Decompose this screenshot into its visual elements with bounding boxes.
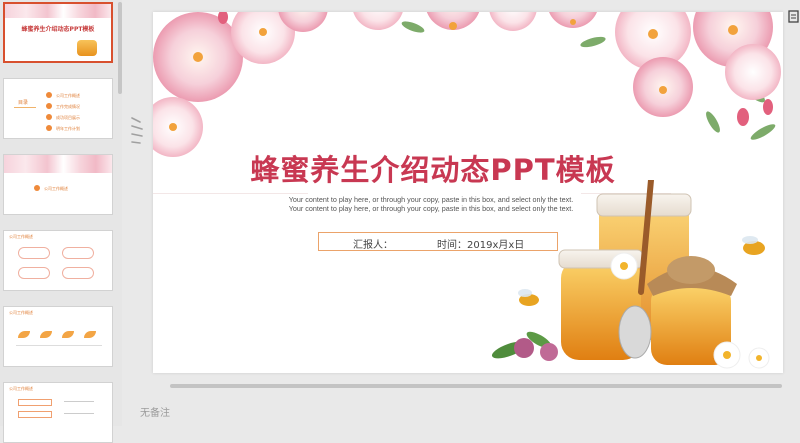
horizontal-scrollbar[interactable] xyxy=(170,384,782,388)
slide-thumbnail-4[interactable]: 公司工作概述 xyxy=(3,230,113,291)
divider xyxy=(153,193,308,194)
divider xyxy=(14,107,36,108)
leaf-icon xyxy=(40,331,52,338)
slide-thumbnail-6[interactable]: 公司工作概述 xyxy=(3,382,113,443)
content-box xyxy=(62,247,94,259)
slide-thumbnail-5[interactable]: 公司工作概述 xyxy=(3,306,113,367)
thumbnail-title: 蜂蜜养生介绍动态PPT模板 xyxy=(21,26,95,33)
panel-toggle-icon[interactable] xyxy=(788,8,800,26)
thumbnail-heading: 公司工作概述 xyxy=(9,234,33,239)
slide-thumbnail-3[interactable]: 公司工作概述 xyxy=(3,154,113,215)
divider xyxy=(16,345,102,346)
slide-canvas[interactable]: 蜂蜜养生介绍动态PPT模板 Your content to play here,… xyxy=(153,12,783,373)
slide-thumbnail-2[interactable]: 目录 公司工作概述 工作完成情况 成功项目展示 明年工作计划 xyxy=(3,78,113,139)
thumbnail-heading: 目录 xyxy=(18,100,29,106)
reporter-label: 汇报人： xyxy=(353,240,393,251)
toc-item: 成功项目展示 xyxy=(56,115,80,120)
content-box xyxy=(18,267,50,279)
content-box xyxy=(18,411,52,418)
flower-border-image xyxy=(5,4,111,18)
thumbnail-heading: 公司工作概述 xyxy=(44,186,68,191)
toc-item: 明年工作计划 xyxy=(56,126,80,131)
toc-item: 工作完成情况 xyxy=(56,104,80,109)
notes-placeholder[interactable]: 无备注 xyxy=(140,404,170,419)
honey-jar-image xyxy=(491,180,770,369)
slide-thumbnail-pane: 蜂蜜养生介绍动态PPT模板 目录 公司工作概述 工作完成情况 成功项目展示 明年… xyxy=(0,0,122,443)
slide-thumbnail-1[interactable]: 蜂蜜养生介绍动态PPT模板 xyxy=(3,2,113,63)
bullet-icon xyxy=(46,103,52,109)
bullet-icon xyxy=(34,185,40,191)
divider xyxy=(64,413,94,414)
bullet-icon xyxy=(46,114,52,120)
leaf-icon xyxy=(18,331,30,338)
thumbnail-heading: 公司工作概述 xyxy=(9,386,33,391)
toc-item: 公司工作概述 xyxy=(56,93,80,98)
content-box xyxy=(18,399,52,406)
honey-jar-image xyxy=(77,40,97,56)
content-box xyxy=(18,247,50,259)
thumbnail-heading: 公司工作概述 xyxy=(9,310,33,315)
bullet-icon xyxy=(46,92,52,98)
splitter-grip-icon[interactable] xyxy=(128,112,146,152)
bullet-icon xyxy=(46,125,52,131)
leaf-icon xyxy=(84,331,96,338)
content-box xyxy=(62,267,94,279)
leaf-icon xyxy=(62,331,74,338)
flower-border-image xyxy=(4,155,112,173)
divider xyxy=(64,401,94,402)
